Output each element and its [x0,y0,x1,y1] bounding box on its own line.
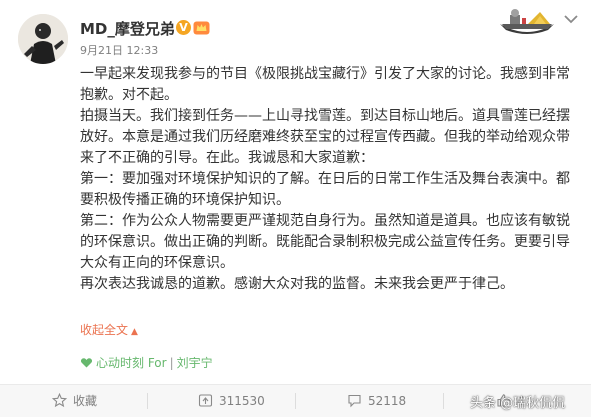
favorite-label: 收藏 [73,394,98,408]
chevron-down-icon[interactable] [564,14,578,24]
post-paragraph: 拍摄当天。我们接到任务——上山寻找雪莲。到达目标山地后。道具雪莲已经摆放好。本意… [80,108,570,166]
collapse-full-text-link[interactable]: 收起全文 ▲ [80,321,138,338]
action-divider [147,393,148,409]
repost-button[interactable]: 311530 [198,385,265,417]
verified-v-icon: V [176,20,191,35]
action-divider [295,393,296,409]
post-paragraph: 再次表达我诚恳的道歉。感谢大众对我的监督。未来我会更严于律己。 [80,276,514,292]
chevron-up-icon: ▲ [131,327,138,337]
repost-count: 311530 [219,394,265,408]
boat-decoration-icon [500,9,554,34]
post-body: 一早起来发现我参与的节目《极限挑战宝藏行》引发了大家的讨论。我感到非常抱歉。对不… [80,64,580,295]
action-divider [443,393,444,409]
comment-button[interactable]: 52118 [347,385,406,417]
post-timestamp[interactable]: 9月21日 12:33 [80,42,158,58]
source-separator: | [169,356,174,370]
avatar[interactable] [18,14,68,64]
collapse-label: 收起全文 [80,323,129,337]
member-crown-icon[interactable] [193,19,210,36]
star-icon [51,392,68,408]
post-paragraph: 第二：作为公众人物需要更严谨规范自身行为。虽然知道是道具。也应该有敏锐的环保意识… [80,213,570,271]
post-paragraph: 一早起来发现我参与的节目《极限挑战宝藏行》引发了大家的讨论。我感到非常抱歉。对不… [80,66,570,103]
post-paragraph: 第一：要加强对环境保护知识的了解。在日后的日常工作生活及舞台表演中。都要积极传播… [80,171,570,208]
username[interactable]: MD_摩登兄弟 [80,18,175,39]
repost-icon [198,394,213,407]
source-person-link[interactable]: 刘宇宁 [177,356,213,370]
heart-tag-icon [80,358,93,368]
post-source: 心动时刻 For | 刘宇宁 [80,354,213,371]
favorite-button[interactable]: 收藏 [51,385,98,417]
comment-count: 52118 [368,394,407,408]
source-app-link[interactable]: 心动时刻 For [96,356,167,370]
comment-icon [348,394,361,408]
watermark: 头条 @瑞秋侃侃 [470,396,566,411]
